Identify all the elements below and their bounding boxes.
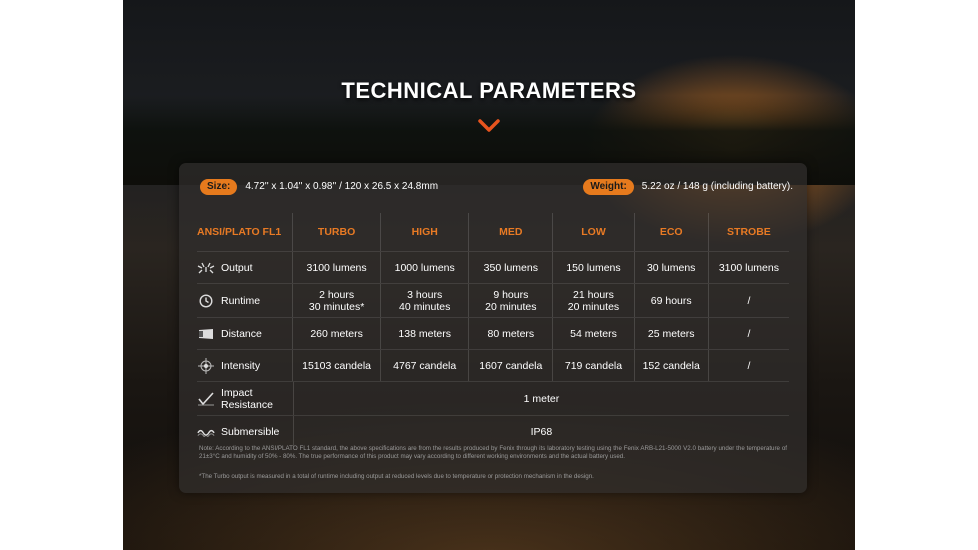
test-conditions-note: Note: According to the ANSI/PLATO FL1 st… — [199, 445, 787, 461]
size-value: 4.72'' x 1.04'' x 0.98'' / 120 x 26.5 x … — [245, 180, 439, 192]
runtime-high: 3 hours 40 minutes — [380, 284, 468, 317]
intensity-high: 4767 candela — [380, 350, 468, 381]
weight-value: 5.22 oz / 148 g (including battery). — [641, 180, 793, 192]
row-label-output: Output — [197, 252, 292, 283]
output-strobe: 3100 lumens — [707, 252, 789, 283]
table-row-distance: Distance 260 meters 138 meters 80 meters… — [197, 317, 789, 349]
intensity-med: 1607 candela — [468, 350, 552, 381]
impact-value: 1 meter — [292, 382, 789, 415]
distance-low: 54 meters — [552, 318, 633, 349]
water-wave-icon — [197, 425, 215, 439]
row-label-impact: Impact Resistance — [197, 382, 293, 415]
runtime-strobe: / — [707, 284, 789, 317]
row-label-distance: Distance — [197, 318, 292, 349]
output-turbo: 3100 lumens — [292, 252, 380, 283]
runtime-eco: 69 hours — [633, 284, 708, 317]
row-label-runtime: Runtime — [197, 284, 292, 317]
row-label-intensity: Intensity — [197, 350, 292, 381]
specs-panel: Size: 4.72'' x 1.04'' x 0.98'' / 120 x 26… — [179, 163, 807, 493]
weight-block: Weight: 5.22 oz / 148 g (including batter… — [583, 179, 793, 195]
size-block: Size: 4.72'' x 1.04'' x 0.98'' / 120 x 26… — [200, 179, 438, 195]
table-row-runtime: Runtime 2 hours 30 minutes* 3 hours 40 min… — [197, 283, 789, 317]
intensity-low: 719 candela — [552, 350, 633, 381]
output-high: 1000 lumens — [380, 252, 468, 283]
size-badge: Size: — [200, 179, 238, 195]
runtime-med: 9 hours 20 minutes — [468, 284, 552, 317]
table-row-submersible: Submersible IP68 — [197, 415, 789, 447]
mode-header-med: MED — [468, 213, 552, 251]
output-eco: 30 lumens — [633, 252, 708, 283]
intensity-turbo: 15103 candela — [292, 350, 380, 381]
mode-header-turbo: TURBO — [292, 213, 380, 251]
distance-high: 138 meters — [380, 318, 468, 349]
light-burst-icon — [197, 261, 215, 275]
table-row-intensity: Intensity 15103 candela 4767 candela 160… — [197, 349, 789, 381]
weight-badge: Weight: — [583, 179, 634, 195]
dimensions-line: Size: 4.72'' x 1.04'' x 0.98'' / 120 x 26… — [200, 179, 793, 197]
beam-distance-icon — [197, 327, 215, 341]
intensity-eco: 152 candela — [633, 350, 708, 381]
clock-icon — [197, 293, 215, 308]
impact-check-icon — [197, 391, 215, 406]
runtime-turbo: 2 hours 30 minutes* — [292, 284, 380, 317]
page-title: TECHNICAL PARAMETERS — [341, 78, 637, 103]
intensity-strobe: / — [707, 350, 789, 381]
crosshair-star-icon — [197, 357, 215, 374]
submersible-value: IP68 — [292, 416, 789, 447]
distance-eco: 25 meters — [633, 318, 708, 349]
runtime-low: 21 hours 20 minutes — [552, 284, 633, 317]
spec-table: ANSI/PLATO FL1 TURBO HIGH MED LOW ECO ST… — [197, 213, 789, 447]
table-header-row: ANSI/PLATO FL1 TURBO HIGH MED LOW ECO ST… — [197, 213, 789, 251]
mode-header-strobe: STROBE — [707, 213, 789, 251]
distance-strobe: / — [707, 318, 789, 349]
chevron-down-icon — [478, 119, 500, 132]
table-corner-label: ANSI/PLATO FL1 — [197, 226, 282, 238]
output-med: 350 lumens — [468, 252, 552, 283]
background-scene: TECHNICAL PARAMETERS Size: 4.72'' x 1.04'… — [123, 0, 855, 550]
mode-header-low: LOW — [552, 213, 633, 251]
mode-header-eco: ECO — [633, 213, 708, 251]
distance-med: 80 meters — [468, 318, 552, 349]
mode-header-high: HIGH — [380, 213, 468, 251]
turbo-footnote: *The Turbo output is measured in a total… — [199, 473, 594, 480]
table-row-output: Output 3100 lumens 1000 lumens 350 lumen… — [197, 251, 789, 283]
row-label-submersible: Submersible — [197, 416, 293, 447]
distance-turbo: 260 meters — [292, 318, 380, 349]
table-row-impact: Impact Resistance 1 meter — [197, 381, 789, 415]
output-low: 150 lumens — [552, 252, 633, 283]
